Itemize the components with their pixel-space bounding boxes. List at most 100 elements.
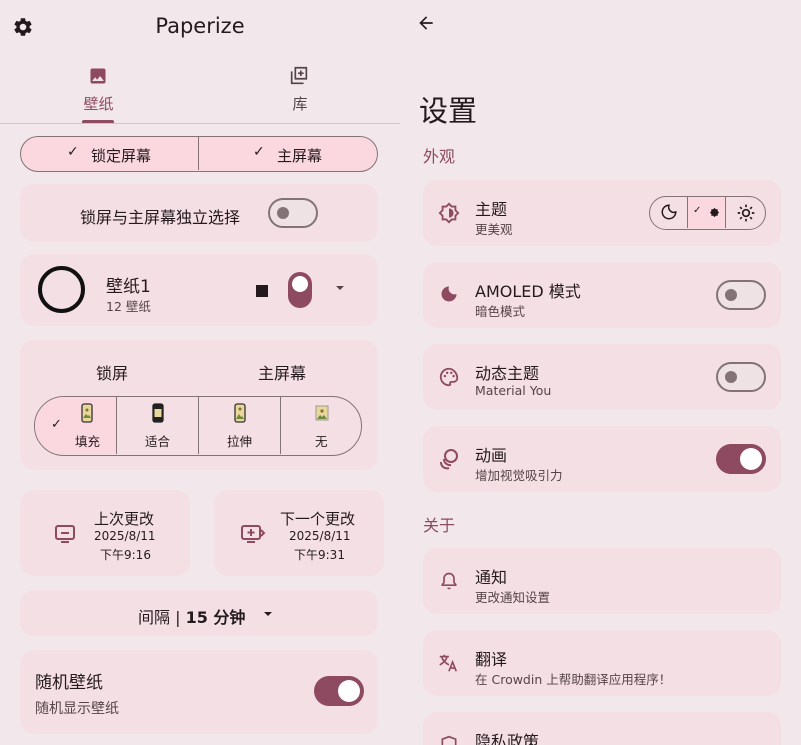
amoled-subtitle: 暗色模式 (475, 304, 526, 319)
theme-dark-option[interactable] (650, 197, 688, 228)
theme-light-option[interactable] (726, 197, 765, 228)
check-icon: ✓ (253, 144, 265, 160)
segment-home-screen[interactable]: ✓ 主屏幕 (199, 137, 377, 170)
segment-lock-label: 锁定屏幕 (91, 147, 152, 165)
amoled-title: AMOLED 模式 (475, 282, 581, 301)
dropdown-arrow-icon[interactable] (334, 282, 346, 294)
check-icon: ✓ (51, 417, 62, 432)
screen-add-icon (240, 524, 266, 544)
dropdown-arrow-icon[interactable] (262, 608, 274, 620)
auto-brightness-icon (709, 207, 720, 218)
shuffle-card: 随机壁纸 随机显示壁纸 (20, 650, 378, 734)
amoled-card: AMOLED 模式 暗色模式 (423, 262, 781, 328)
dynamic-theme-card: 动态主题 Material You (423, 344, 781, 410)
stop-icon[interactable] (256, 285, 268, 297)
translate-icon (437, 652, 459, 674)
dynamic-theme-title: 动态主题 (475, 364, 540, 383)
image-icon (88, 66, 108, 86)
screen-icon (54, 524, 76, 544)
album-card[interactable]: 壁纸1 12 壁纸 (20, 254, 378, 326)
album-name: 壁纸1 (106, 277, 151, 297)
phone-image-icon (81, 403, 93, 423)
check-icon: ✓ (693, 205, 702, 216)
vertical-toggle[interactable] (288, 272, 312, 308)
segment-lock-screen[interactable]: ✓ 锁定屏幕 (21, 137, 199, 170)
scaling-none-option[interactable]: 无 (281, 397, 361, 454)
interval-prefix: 间隔 | (138, 608, 186, 627)
section-appearance: 外观 (423, 147, 456, 166)
scaling-home-label: 主屏幕 (258, 364, 307, 383)
theme-title: 主题 (475, 200, 508, 219)
app-title: Paperize (155, 14, 245, 38)
settings-screen: 设置 外观 主题 更美观 ✓ AMOLED 模式 暗色模式 动态主题 Mater… (400, 0, 801, 745)
next-change-label: 下一个更改 (280, 510, 356, 528)
next-change-time: 下午9:31 (294, 548, 345, 562)
scaling-none-label: 无 (315, 434, 328, 449)
theme-card: 主题 更美观 ✓ (423, 180, 781, 246)
phone-stretch-icon (234, 403, 246, 423)
scaling-stretch-label: 拉伸 (227, 434, 253, 449)
theme-auto-option[interactable]: ✓ (688, 197, 726, 228)
scaling-fill-option[interactable]: ✓ 填充 (35, 397, 117, 454)
independent-select-toggle[interactable] (268, 198, 318, 228)
animation-title: 动画 (475, 446, 508, 465)
sun-icon (737, 204, 755, 222)
theme-subtitle: 更美观 (475, 222, 513, 237)
phone-fit-icon (152, 403, 164, 423)
library-add-icon (288, 65, 310, 87)
next-change-card: 下一个更改 2025/8/11 下午9:31 (214, 490, 384, 576)
scaling-lock-label: 锁屏 (96, 364, 129, 383)
amoled-toggle[interactable] (716, 280, 766, 310)
notification-card[interactable]: 通知 更改通知设置 (423, 548, 781, 614)
scaling-segment: ✓ 填充 适合 拉伸 无 (34, 396, 362, 456)
animation-card: 动画 增加视觉吸引力 (423, 426, 781, 492)
last-change-time: 下午9:16 (100, 548, 151, 562)
shuffle-subtitle: 随机显示壁纸 (35, 701, 119, 717)
next-change-date: 2025/8/11 (289, 529, 351, 543)
animation-toggle[interactable] (716, 444, 766, 474)
scaling-fit-option[interactable]: 适合 (117, 397, 199, 454)
scaling-fill-label: 填充 (75, 434, 101, 449)
animation-subtitle: 增加视觉吸引力 (475, 468, 563, 483)
tab-library-label: 库 (292, 95, 308, 113)
independent-select-label: 锁屏与主屏幕独立选择 (80, 208, 241, 227)
shuffle-title: 随机壁纸 (35, 673, 103, 693)
translate-card[interactable]: 翻译 在 Crowdin 上帮助翻译应用程序！ (423, 630, 781, 696)
shield-icon (439, 734, 459, 745)
dark-mode-icon (439, 284, 459, 304)
last-change-date: 2025/8/11 (94, 529, 156, 543)
section-about: 关于 (423, 516, 456, 535)
back-arrow-icon[interactable] (416, 13, 436, 33)
shuffle-toggle[interactable] (314, 676, 364, 706)
theme-selector: ✓ (649, 196, 766, 230)
notification-subtitle: 更改通知设置 (475, 590, 551, 605)
scaling-stretch-option[interactable]: 拉伸 (199, 397, 281, 454)
interval-text: 间隔 | 15 分钟 (138, 604, 245, 628)
notification-title: 通知 (475, 568, 508, 587)
tab-wallpaper[interactable]: 壁纸 (0, 60, 197, 124)
scaling-card: 锁屏 主屏幕 ✓ 填充 适合 拉伸 无 (20, 340, 378, 470)
interval-card[interactable]: 间隔 | 15 分钟 (20, 590, 378, 636)
tab-wallpaper-label: 壁纸 (83, 95, 114, 113)
privacy-title: 隐私政策 (475, 732, 540, 745)
interval-value: 15 分钟 (185, 608, 246, 627)
moon-icon (661, 204, 677, 220)
dynamic-theme-toggle[interactable] (716, 362, 766, 392)
image-none-icon (315, 405, 329, 421)
screen-segment: ✓ 锁定屏幕 ✓ 主屏幕 (20, 136, 378, 172)
wallpaper-screen: Paperize 壁纸 库 ✓ 锁定屏幕 ✓ 主屏幕 锁屏与主屏幕独立选择 壁纸… (0, 0, 400, 745)
independent-select-card: 锁屏与主屏幕独立选择 (20, 184, 378, 242)
tab-library[interactable]: 库 (200, 60, 400, 124)
settings-title: 设置 (419, 94, 478, 128)
check-icon: ✓ (67, 144, 79, 160)
last-change-label: 上次更改 (94, 510, 155, 528)
translate-title: 翻译 (475, 650, 508, 669)
last-change-card: 上次更改 2025/8/11 下午9:16 (20, 490, 190, 576)
segment-home-label: 主屏幕 (277, 147, 323, 165)
translate-subtitle: 在 Crowdin 上帮助翻译应用程序！ (475, 672, 672, 687)
gear-icon[interactable] (12, 16, 34, 38)
scaling-fit-label: 适合 (145, 434, 171, 449)
privacy-card[interactable]: 隐私政策 (423, 712, 781, 745)
animation-icon (436, 448, 460, 470)
dynamic-theme-subtitle: Material You (475, 383, 552, 398)
